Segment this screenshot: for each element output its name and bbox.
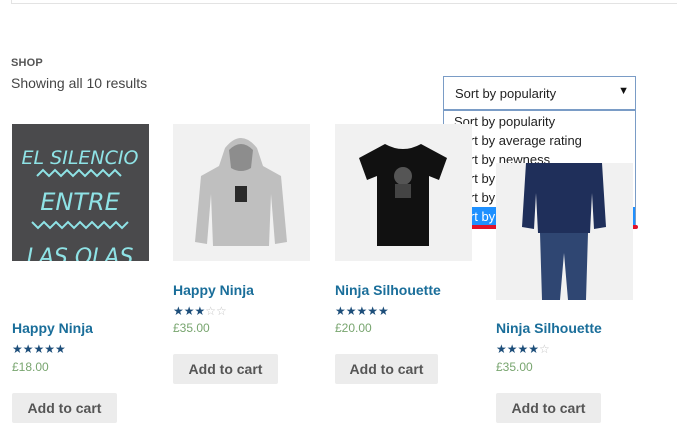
- product-title[interactable]: Happy Ninja: [173, 282, 254, 298]
- product-price: £20.00: [335, 321, 372, 335]
- product-price: £35.00: [496, 360, 533, 374]
- product-image-grey-hoodie[interactable]: [173, 124, 310, 261]
- star-rating: ★★★★★: [12, 342, 66, 356]
- tshirt-print-graphic: EL SILENCIO ENTRE LAS OLAS: [12, 124, 149, 261]
- hoodie-graphic: [195, 138, 287, 246]
- sort-option-rating[interactable]: Sort by average rating: [444, 131, 635, 150]
- product-title[interactable]: Ninja Silhouette: [496, 320, 602, 336]
- print-line-2: ENTRE: [40, 188, 120, 216]
- product-price: £18.00: [12, 360, 49, 374]
- top-divider: [11, 0, 677, 4]
- tshirt-graphic: [359, 144, 447, 246]
- add-to-cart-button[interactable]: Add to cart: [12, 393, 117, 423]
- product-image-el-silencio-tshirt[interactable]: EL SILENCIO ENTRE LAS OLAS: [12, 124, 149, 261]
- star-rating: ★★★★★: [335, 304, 389, 318]
- product-image-black-tshirt[interactable]: [335, 124, 472, 261]
- product-price: £35.00: [173, 321, 210, 335]
- sort-selected-value: Sort by popularity: [455, 86, 557, 101]
- result-count: Showing all 10 results: [11, 75, 148, 91]
- breadcrumb[interactable]: SHOP: [11, 57, 43, 69]
- model-graphic: [496, 163, 633, 300]
- star-rating: ★★★☆☆: [173, 304, 227, 318]
- star-rating: ★★★★☆: [496, 342, 550, 356]
- print-line-3: LAS OLAS: [27, 245, 134, 261]
- add-to-cart-button[interactable]: Add to cart: [496, 393, 601, 423]
- sort-option-popularity[interactable]: Sort by popularity: [444, 112, 635, 131]
- add-to-cart-button[interactable]: Add to cart: [335, 354, 438, 384]
- chevron-down-icon[interactable]: ▼: [618, 85, 629, 97]
- product-title[interactable]: Ninja Silhouette: [335, 282, 441, 298]
- print-line-1: EL SILENCIO: [22, 147, 139, 169]
- add-to-cart-button[interactable]: Add to cart: [173, 354, 278, 384]
- product-title[interactable]: Happy Ninja: [12, 320, 93, 336]
- sort-select[interactable]: Sort by popularity ▼: [443, 76, 636, 110]
- product-image-man-in-hoodie[interactable]: [496, 163, 633, 300]
